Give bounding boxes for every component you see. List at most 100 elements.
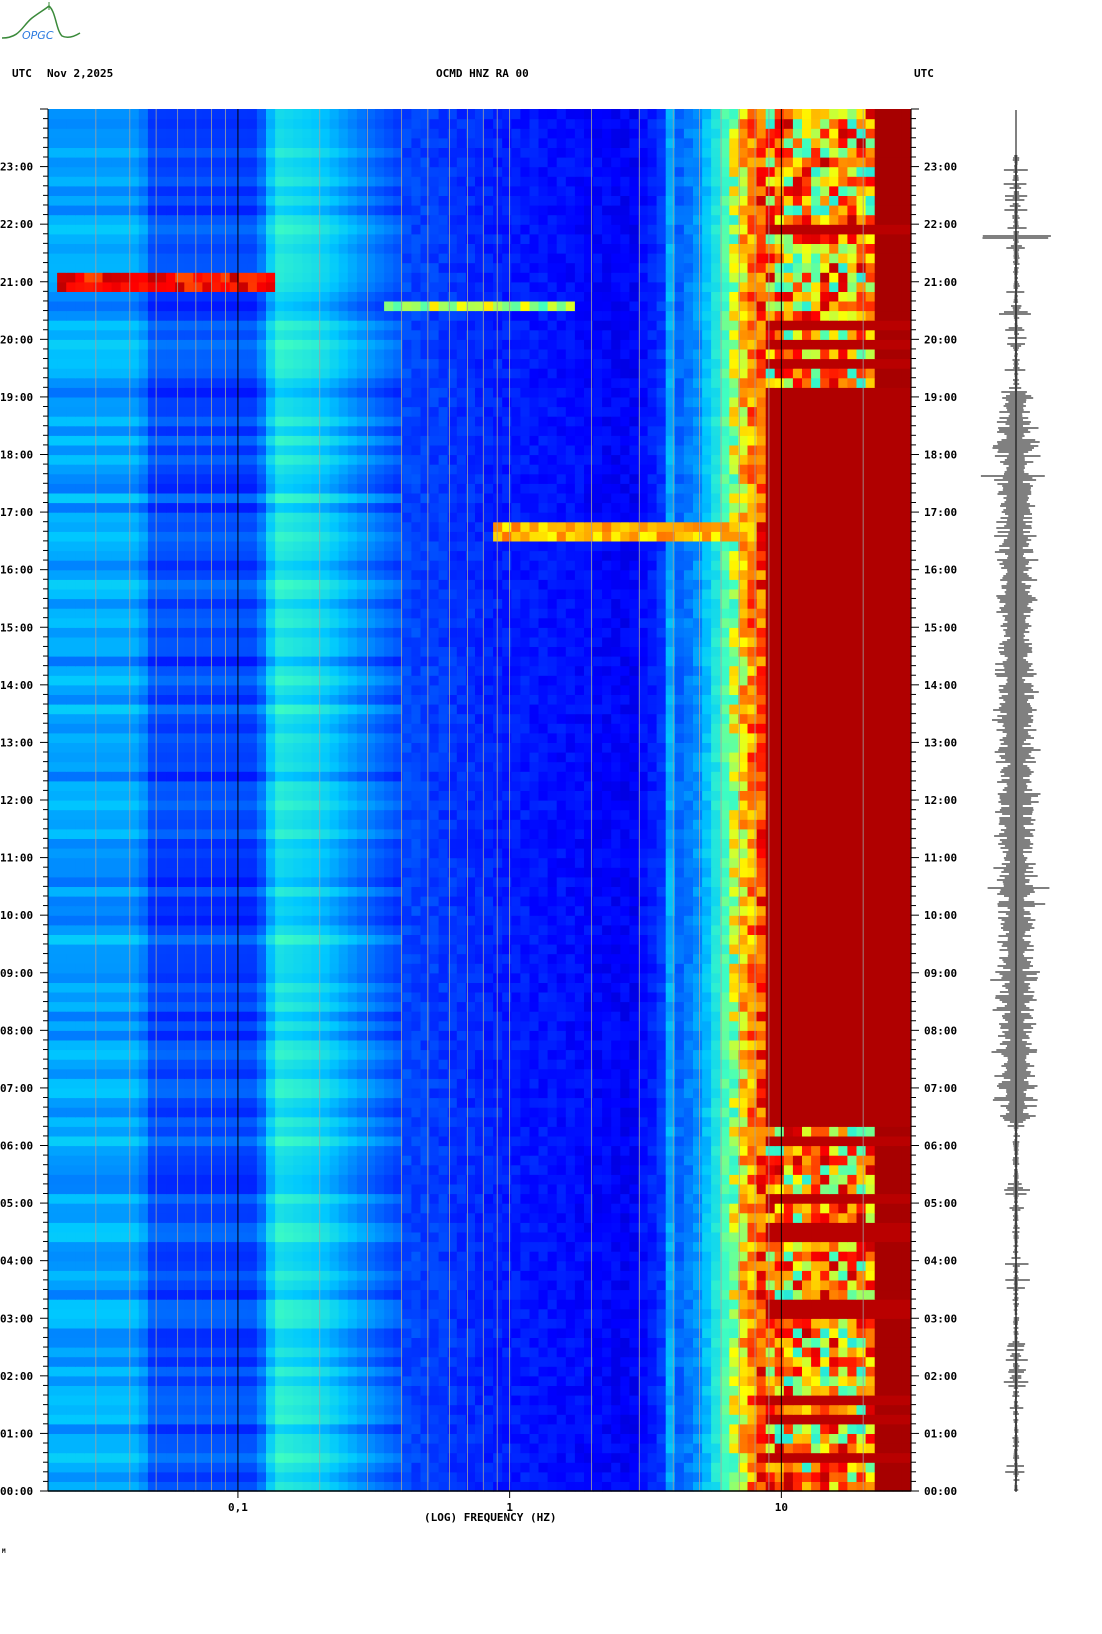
spectrogram-cell bbox=[402, 1164, 412, 1175]
spectrogram-cell bbox=[702, 1443, 712, 1454]
spectrogram-cell bbox=[656, 1145, 667, 1156]
spectrogram-cell bbox=[493, 1222, 503, 1233]
spectrogram-cell bbox=[429, 1414, 440, 1425]
spectrogram-cell bbox=[384, 1299, 394, 1310]
spectrogram-cell bbox=[402, 1241, 412, 1252]
spectrogram-cell bbox=[102, 1241, 113, 1252]
spectrogram-cell bbox=[329, 1001, 340, 1012]
spectrogram-cell bbox=[256, 1126, 267, 1137]
spectrogram-cell bbox=[520, 1078, 531, 1089]
spectrogram-cell bbox=[593, 1241, 603, 1252]
spectrogram-cell bbox=[420, 1337, 431, 1348]
spectrogram-cell bbox=[166, 1414, 176, 1425]
spectrogram-cell bbox=[266, 1270, 276, 1281]
spectrogram-cell bbox=[547, 1097, 558, 1108]
spectrogram-cell bbox=[347, 1164, 358, 1175]
spectrogram-cell bbox=[520, 1241, 531, 1252]
spectrogram-cell bbox=[138, 1347, 149, 1358]
spectrogram-cell bbox=[120, 1107, 131, 1118]
spectrogram-cell bbox=[629, 1116, 640, 1127]
spectrogram-cell bbox=[511, 1289, 521, 1300]
spectrogram-cell bbox=[892, 1471, 903, 1482]
spectrogram-cell bbox=[556, 1375, 567, 1386]
spectrogram-cell bbox=[602, 1222, 612, 1233]
spectrogram-cell bbox=[584, 1164, 594, 1175]
spectrogram-cell bbox=[493, 1039, 503, 1051]
spectrogram-cell bbox=[266, 1366, 276, 1377]
spectrogram-cell bbox=[711, 1270, 721, 1281]
spectrogram-cell bbox=[901, 1011, 912, 1022]
spectrogram-cell bbox=[638, 1404, 649, 1415]
spectrogram-cell bbox=[720, 1145, 730, 1156]
spectrogram-cell bbox=[693, 991, 703, 1003]
spectrogram-cell bbox=[620, 1097, 630, 1108]
spectrogram-cell bbox=[802, 1395, 812, 1406]
spectrogram-cell bbox=[747, 1231, 758, 1243]
spectrogram-cell bbox=[202, 982, 213, 993]
spectrogram-cell bbox=[202, 1308, 213, 1319]
spectrogram-cell bbox=[874, 1183, 885, 1195]
spectrogram-cell bbox=[647, 1279, 658, 1291]
spectrogram-cell bbox=[783, 1078, 794, 1089]
spectrogram-cell bbox=[66, 1366, 76, 1377]
spectrogram-cell bbox=[284, 1049, 294, 1060]
spectrogram-cell bbox=[157, 1145, 167, 1156]
spectrogram-cell bbox=[202, 1366, 213, 1377]
spectrogram-cell bbox=[556, 1183, 567, 1195]
spectrogram-cell bbox=[84, 1126, 94, 1137]
spectrogram-cell bbox=[502, 1375, 512, 1386]
spectrogram-cell bbox=[238, 1433, 249, 1444]
spectrogram-cell bbox=[438, 1471, 449, 1482]
spectrogram-cell bbox=[565, 1481, 576, 1492]
spectrogram-cell bbox=[411, 1107, 422, 1118]
spectrogram-cell bbox=[874, 1087, 885, 1099]
spectrogram-cell bbox=[729, 1308, 739, 1319]
spectrogram-cell bbox=[593, 1155, 603, 1166]
spectrogram-cell bbox=[756, 1212, 767, 1223]
spectrogram-cell bbox=[638, 1462, 649, 1473]
spectrogram-cell bbox=[847, 1270, 858, 1281]
spectrogram-cell bbox=[811, 1078, 821, 1089]
spectrogram-cell bbox=[593, 1231, 603, 1243]
spectrogram-cell bbox=[411, 1020, 422, 1031]
spectrogram-cell bbox=[783, 1251, 794, 1262]
spectrogram-cell bbox=[783, 1433, 794, 1444]
spectrogram-cell bbox=[674, 1337, 685, 1348]
spectrogram-cell bbox=[656, 1116, 667, 1127]
spectrogram-cell bbox=[57, 1107, 67, 1118]
spectrogram-cell bbox=[665, 1193, 676, 1204]
spectrogram-cell bbox=[602, 1395, 612, 1406]
spectrogram-cell bbox=[111, 1059, 122, 1070]
spectrogram-cell bbox=[302, 1011, 313, 1022]
spectrogram-cell bbox=[529, 1164, 540, 1175]
spectrogram-cell bbox=[293, 1203, 303, 1214]
spectrogram-cell bbox=[765, 1068, 776, 1079]
spectrogram-cell bbox=[720, 1356, 730, 1367]
spectrogram-cell bbox=[838, 1414, 848, 1425]
spectrogram-cell bbox=[238, 1299, 249, 1310]
spectrogram-cell bbox=[48, 1155, 58, 1166]
spectrogram-cell bbox=[211, 1404, 222, 1415]
spectrogram-cell bbox=[411, 1193, 422, 1204]
spectrogram-cell bbox=[120, 1145, 131, 1156]
spectrogram-cell bbox=[166, 1395, 176, 1406]
spectrogram-cell bbox=[574, 1452, 585, 1463]
spectrogram-cell bbox=[438, 1231, 449, 1243]
spectrogram-cell bbox=[656, 1270, 667, 1281]
spectrogram-cell bbox=[765, 1395, 776, 1406]
spectrogram-cell bbox=[629, 1203, 640, 1214]
spectrogram-cell bbox=[756, 1011, 767, 1022]
spectrogram-cell bbox=[511, 1366, 521, 1377]
spectrogram-cell bbox=[456, 1404, 467, 1415]
spectrogram-cell bbox=[338, 982, 349, 993]
spectrogram-cell bbox=[402, 1308, 412, 1319]
spectrogram-cell bbox=[420, 1385, 431, 1396]
spectrogram-cell bbox=[493, 1433, 503, 1444]
spectrogram-cell bbox=[729, 1049, 739, 1060]
spectrogram-cell bbox=[683, 1337, 694, 1348]
spectrogram-cell bbox=[720, 1030, 730, 1041]
spectrogram-cell bbox=[756, 1203, 767, 1214]
spectrogram-cell bbox=[193, 1452, 203, 1463]
spectrogram-cell bbox=[193, 1164, 203, 1175]
spectrogram-cell bbox=[347, 1020, 358, 1031]
